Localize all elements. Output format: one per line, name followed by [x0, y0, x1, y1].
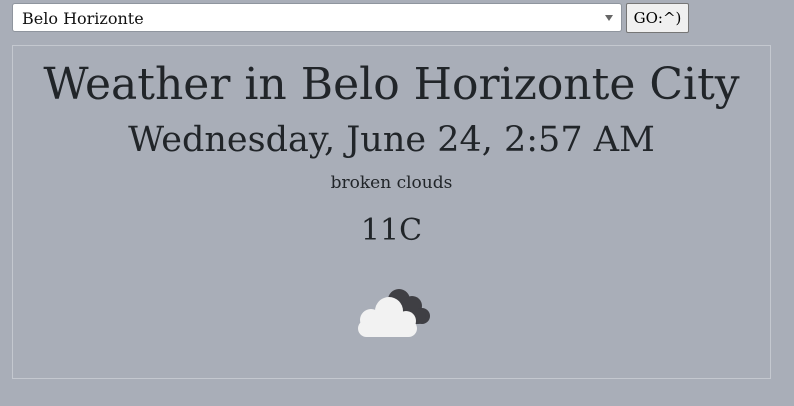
search-bar: Belo Horizonte GO:^)	[12, 3, 692, 34]
city-select[interactable]: Belo Horizonte	[12, 3, 622, 32]
broken-clouds-icon	[358, 289, 430, 337]
temperature: 11C	[360, 213, 423, 248]
weather-description: broken clouds	[330, 173, 453, 193]
weather-card: Weather in Belo Horizonte City Wednesday…	[12, 45, 771, 379]
chevron-down-icon	[605, 15, 613, 21]
date-time: Wednesday, June 24, 2:57 AM	[128, 120, 655, 160]
go-button[interactable]: GO:^)	[626, 3, 689, 33]
page-title: Weather in Belo Horizonte City	[43, 59, 740, 110]
city-select-value: Belo Horizonte	[22, 9, 144, 28]
